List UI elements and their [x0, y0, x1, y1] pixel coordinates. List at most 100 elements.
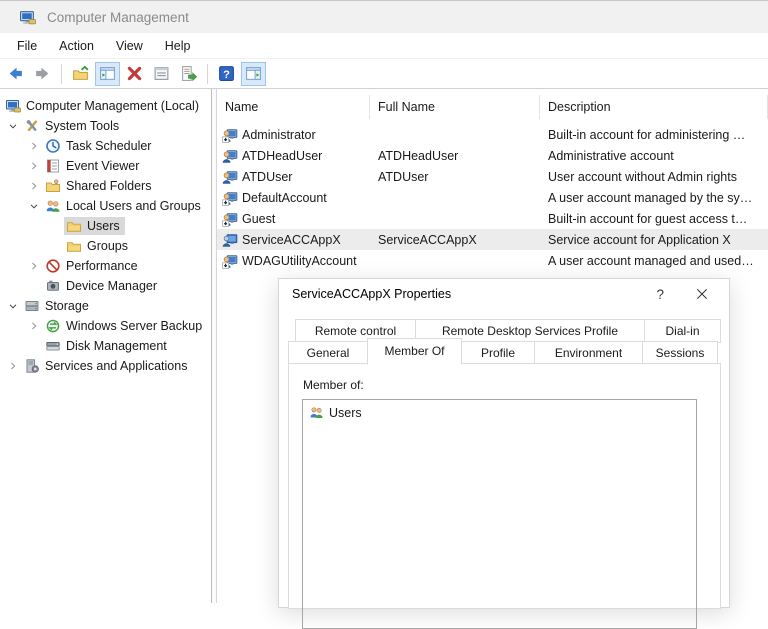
tree-item-users[interactable]: Users [0, 216, 211, 236]
user-row-atdheaduser[interactable]: ATDHeadUserATDHeadUserAdministrative acc… [217, 145, 768, 166]
user-disabled-icon [222, 253, 238, 269]
tree-item-label: Computer Management (Local) [26, 99, 199, 113]
export-list-icon [180, 65, 197, 82]
up-one-level-button[interactable] [68, 62, 93, 86]
tree-item-windows-server-backup[interactable]: Windows Server Backup [0, 316, 211, 336]
user-row-defaultaccount[interactable]: DefaultAccountA user account managed by … [217, 187, 768, 208]
window-title: Computer Management [47, 10, 189, 25]
tree-item-label: Local Users and Groups [66, 199, 201, 213]
chevron-collapsed-icon[interactable] [25, 318, 43, 334]
chevron-collapsed-icon[interactable] [25, 138, 43, 154]
shared-folders-icon [45, 178, 61, 194]
tree-item-local-users-and-groups[interactable]: Local Users and Groups [0, 196, 211, 216]
user-row-guest[interactable]: GuestBuilt-in account for guest access t… [217, 208, 768, 229]
user-full-name: ServiceACCAppX [370, 233, 540, 247]
tree-item-storage[interactable]: Storage [0, 296, 211, 316]
toolbar: ? [0, 59, 768, 89]
dialog-help-button[interactable]: ? [656, 287, 664, 302]
member-of-label: Member of: [303, 378, 707, 392]
user-row-serviceaccappx[interactable]: ServiceACCAppXServiceACCAppXService acco… [217, 229, 768, 250]
menu-action[interactable]: Action [48, 39, 105, 53]
forward-button[interactable] [30, 62, 55, 86]
tree-item-computer-management-local[interactable]: Computer Management (Local) [0, 96, 211, 116]
user-row-administrator[interactable]: Administrator Built-in account for admini… [217, 124, 768, 145]
member-name: Users [329, 406, 362, 420]
console-tree: Computer Management (Local) System Tools T… [0, 89, 211, 603]
folder-icon [66, 218, 82, 234]
tree-item-system-tools[interactable]: System Tools [0, 116, 211, 136]
device-manager-icon [45, 278, 61, 294]
menu-bar: FileActionViewHelp [0, 33, 768, 59]
performance-icon [45, 258, 61, 274]
member-of-listbox[interactable]: Users [302, 399, 697, 629]
tree-item-disk-management[interactable]: Disk Management [0, 336, 211, 356]
delete-x-icon [126, 65, 143, 82]
chevron-collapsed-icon[interactable] [25, 178, 43, 194]
column-header-name[interactable]: Name [217, 95, 370, 119]
tab-sessions[interactable]: Sessions [642, 341, 718, 364]
tree-item-device-manager[interactable]: Device Manager [0, 276, 211, 296]
tree-item-shared-folders[interactable]: Shared Folders [0, 176, 211, 196]
user-selected-icon [222, 232, 238, 248]
tree-item-label: System Tools [45, 119, 119, 133]
user-description: Administrative account [540, 149, 768, 163]
column-header-full-name[interactable]: Full Name [370, 95, 540, 119]
menu-view[interactable]: View [105, 39, 154, 53]
user-row-atduser[interactable]: ATDUserATDUserUser account without Admin… [217, 166, 768, 187]
help-icon: ? [218, 65, 235, 82]
show-action-pane-toggle[interactable] [241, 62, 266, 86]
tree-item-label: Device Manager [66, 279, 157, 293]
tree-item-label: Storage [45, 299, 89, 313]
export-list-button[interactable] [176, 62, 201, 86]
properties-button[interactable] [149, 62, 174, 86]
tab-profile[interactable]: Profile [461, 341, 535, 364]
column-header-description[interactable]: Description [540, 95, 768, 119]
tree-item-services-and-applications[interactable]: Services and Applications [0, 356, 211, 376]
dialog-close-icon[interactable] [696, 288, 708, 300]
user-description: Service account for Application X [540, 233, 768, 247]
user-full-name: ATDHeadUser [370, 149, 540, 163]
toolbar-separator [207, 64, 208, 84]
tree-item-groups[interactable]: Groups [0, 236, 211, 256]
tree-item-performance[interactable]: Performance [0, 256, 211, 276]
tab-environment[interactable]: Environment [534, 341, 643, 364]
tree-item-label: Windows Server Backup [66, 319, 202, 333]
user-icon [222, 148, 238, 164]
folder-icon [66, 238, 82, 254]
chevron-spacer [46, 218, 64, 234]
chevron-collapsed-icon[interactable] [25, 158, 43, 174]
delete-button[interactable] [122, 62, 147, 86]
member-item-users[interactable]: Users [307, 404, 692, 421]
help-button[interactable]: ? [214, 62, 239, 86]
computer-management-app-icon [19, 9, 36, 26]
back-button[interactable] [3, 62, 28, 86]
chevron-collapsed-icon[interactable] [4, 358, 22, 374]
tab-general[interactable]: General [288, 341, 368, 364]
task-scheduler-icon [45, 138, 61, 154]
chevron-expanded-icon[interactable] [4, 298, 22, 314]
dialog-title: ServiceACCAppX Properties [292, 287, 451, 301]
tree-item-task-scheduler[interactable]: Task Scheduler [0, 136, 211, 156]
chevron-collapsed-icon[interactable] [25, 258, 43, 274]
chevron-expanded-icon[interactable] [4, 118, 22, 134]
list-rows: Administrator Built-in account for admini… [217, 124, 768, 271]
menu-file[interactable]: File [6, 39, 48, 53]
user-disabled-icon [222, 190, 238, 206]
event-viewer-icon [45, 158, 61, 174]
tree-item-label: Event Viewer [66, 159, 139, 173]
menu-help[interactable]: Help [154, 39, 202, 53]
tree-item-event-viewer[interactable]: Event Viewer [0, 156, 211, 176]
user-row-wdagutilityaccount[interactable]: WDAGUtilityAccountA user account managed… [217, 250, 768, 271]
tab-member-of[interactable]: Member Of [367, 338, 462, 365]
user-description: Built-in account for administering … [540, 128, 768, 142]
users-group-icon [45, 198, 61, 214]
user-name: ServiceACCAppX [242, 233, 341, 247]
tab-dial-in[interactable]: Dial-in [644, 319, 721, 343]
tree-item-label: Services and Applications [45, 359, 187, 373]
show-console-tree-toggle[interactable] [95, 62, 120, 86]
user-description: Built-in account for guest access t… [540, 212, 768, 226]
tree-item-label: Task Scheduler [66, 139, 151, 153]
server-backup-icon [45, 318, 61, 334]
chevron-expanded-icon[interactable] [25, 198, 43, 214]
user-name: Administrator [242, 128, 316, 142]
